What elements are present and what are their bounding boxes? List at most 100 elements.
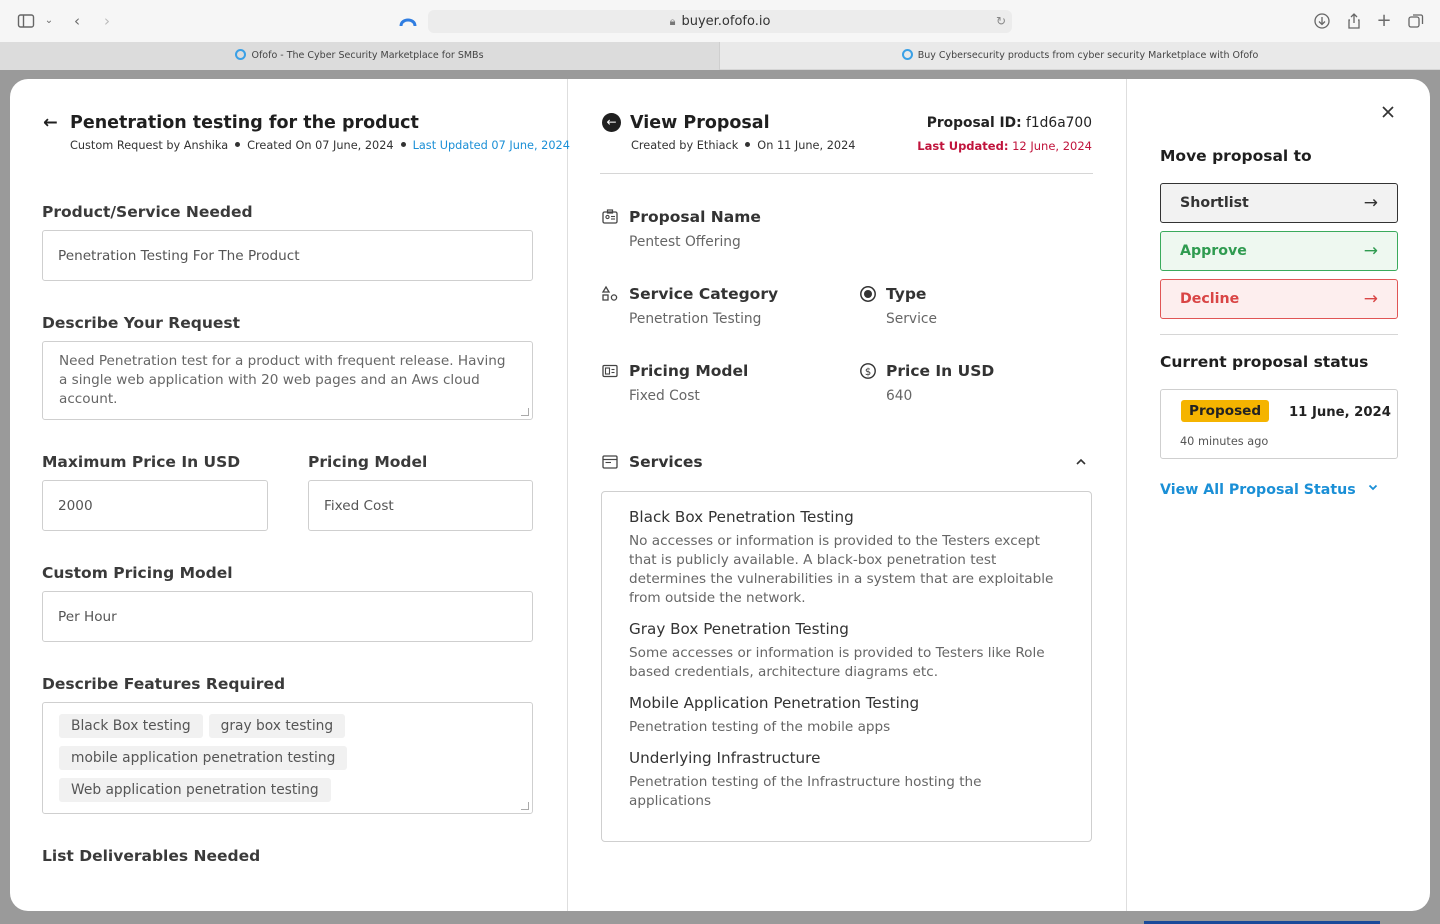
divider [600, 173, 1093, 174]
feature-chip[interactable]: mobile application penetration testing [59, 746, 348, 770]
services-icon [601, 453, 619, 471]
separator-dot [235, 142, 241, 147]
browser-tab-2[interactable]: Buy Cybersecurity products from cyber se… [720, 42, 1440, 70]
proposal-id-label: Proposal ID: [926, 115, 1022, 131]
max-price-label: Maximum Price In USD [42, 453, 241, 471]
proposal-name-value: Pentest Offering [629, 234, 741, 250]
proposal-created-by: Created by Ethiack [631, 139, 739, 152]
service-item: Mobile Application Penetration Testing P… [629, 694, 1064, 737]
product-field[interactable]: Penetration Testing For The Product [42, 230, 533, 281]
status-card: Proposed 11 June, 2024 40 minutes ago [1160, 389, 1398, 459]
new-tab-icon[interactable]: + [1375, 12, 1393, 30]
resize-handle-icon[interactable] [521, 408, 529, 416]
approve-button[interactable]: Approve → [1160, 231, 1398, 271]
reload-icon[interactable]: ↻ [996, 10, 1006, 33]
view-all-label: View All Proposal Status [1160, 482, 1356, 498]
describe-field[interactable]: Need Penetration test for a product with… [42, 341, 533, 420]
back-circle-icon[interactable]: ← [602, 113, 621, 132]
service-desc: Penetration testing of the mobile apps [629, 719, 891, 735]
resize-handle-icon[interactable] [521, 802, 529, 810]
arrow-right-icon: → [1363, 241, 1378, 261]
url-text: buyer.ofofo.io [681, 14, 771, 29]
forward-icon[interactable]: › [98, 12, 116, 30]
move-proposal-label: Move proposal to [1160, 147, 1312, 165]
favicon-icon [901, 49, 913, 60]
service-category-label: Service Category [629, 285, 779, 303]
request-custom-by: Custom Request by Anshika [70, 139, 229, 152]
request-created-on: Created On 07 June, 2024 [247, 139, 394, 152]
column-divider [1126, 79, 1127, 911]
proposal-on-date: On 11 June, 2024 [757, 139, 856, 152]
max-price-field[interactable]: 2000 [42, 480, 268, 531]
product-value: Penetration Testing For The Product [58, 247, 300, 264]
back-icon[interactable]: ‹ [68, 12, 86, 30]
id-card-icon [601, 208, 619, 226]
price-value: 640 [886, 388, 913, 404]
shortlist-label: Shortlist [1180, 195, 1249, 211]
features-label: Describe Features Required [42, 675, 286, 693]
custom-pricing-field[interactable]: Per Hour [42, 591, 533, 642]
browser-toolbar: ⌄ ‹ › 🔒︎ buyer.ofofo.io ↻ + [0, 0, 1440, 42]
pricing-model-value: Fixed Cost [324, 497, 394, 514]
chevron-up-icon[interactable] [1072, 453, 1090, 471]
service-name: Black Box Penetration Testing [629, 508, 854, 526]
browser-tabs: Ofofo - The Cyber Security Marketplace f… [0, 42, 1440, 70]
features-field[interactable]: Black Box testing gray box testing mobile… [42, 702, 533, 814]
favicon-icon [235, 49, 247, 60]
service-name: Mobile Application Penetration Testing [629, 694, 920, 712]
back-arrow-icon[interactable]: ← [43, 113, 58, 133]
tab-overview-icon[interactable] [1407, 12, 1425, 30]
price-label: Price In USD [886, 362, 995, 380]
type-label: Type [886, 285, 927, 303]
pricing-model-icon [601, 362, 619, 380]
browser-tab-1[interactable]: Ofofo - The Cyber Security Marketplace f… [0, 42, 720, 70]
shortlist-button[interactable]: Shortlist → [1160, 183, 1398, 223]
pricing-model-field[interactable]: Fixed Cost [308, 480, 533, 531]
service-item: Gray Box Penetration Testing Some access… [629, 620, 1064, 682]
proposal-updated-label: Last Updated: [917, 139, 1009, 153]
type-value: Service [886, 311, 937, 327]
feature-chip[interactable]: Web application penetration testing [59, 778, 331, 802]
download-icon[interactable] [1313, 12, 1331, 30]
close-icon[interactable] [1380, 101, 1396, 125]
status-badge: Proposed [1181, 400, 1270, 422]
category-icon [601, 285, 619, 303]
service-name: Gray Box Penetration Testing [629, 620, 849, 638]
separator-dot [400, 142, 406, 147]
feature-chip[interactable]: gray box testing [208, 714, 346, 738]
pricing-model-label: Pricing Model [629, 362, 749, 380]
current-status-label: Current proposal status [1160, 353, 1369, 371]
view-all-status-link[interactable]: View All Proposal Status [1160, 481, 1379, 498]
request-last-updated: Last Updated 07 June, 2024 [412, 139, 570, 152]
service-desc: No accesses or information is provided t… [629, 533, 1054, 606]
feature-chip[interactable]: Black Box testing [59, 714, 203, 738]
deliverables-label: List Deliverables Needed [42, 847, 261, 865]
proposal-meta: Created by Ethiack On 11 June, 2024 [631, 139, 855, 152]
address-bar[interactable]: 🔒︎ buyer.ofofo.io ↻ [428, 10, 1012, 33]
custom-pricing-value: Per Hour [58, 608, 117, 625]
pricing-model-label: Pricing Model [308, 453, 428, 471]
arrow-right-icon: → [1363, 193, 1378, 213]
divider [1160, 334, 1398, 335]
lock-icon: 🔒︎ [669, 15, 676, 28]
decline-button[interactable]: Decline → [1160, 279, 1398, 319]
radio-icon [859, 285, 877, 303]
describe-value: Need Penetration test for a product with… [59, 353, 506, 407]
column-divider [567, 79, 568, 911]
sidebar-toggle-icon[interactable] [17, 12, 35, 30]
service-category-value: Penetration Testing [629, 311, 762, 327]
separator-dot [745, 142, 751, 147]
request-title: Penetration testing for the product [70, 113, 419, 133]
tab-title: Ofofo - The Cyber Security Marketplace f… [251, 50, 484, 61]
proposal-updated-value: 12 June, 2024 [1012, 139, 1092, 153]
share-icon[interactable] [1345, 12, 1363, 30]
proposal-modal: ← Penetration testing for the product Cu… [10, 79, 1430, 911]
request-meta: Custom Request by Anshika Created On 07 J… [70, 139, 570, 152]
status-date: 11 June, 2024 [1289, 405, 1391, 420]
chevron-down-icon[interactable]: ⌄ [40, 12, 58, 30]
services-list: Black Box Penetration Testing No accesse… [601, 491, 1092, 842]
tab-title: Buy Cybersecurity products from cyber se… [917, 50, 1259, 61]
dollar-icon: $ [859, 362, 877, 380]
approve-label: Approve [1180, 243, 1247, 259]
service-name: Underlying Infrastructure [629, 749, 821, 767]
